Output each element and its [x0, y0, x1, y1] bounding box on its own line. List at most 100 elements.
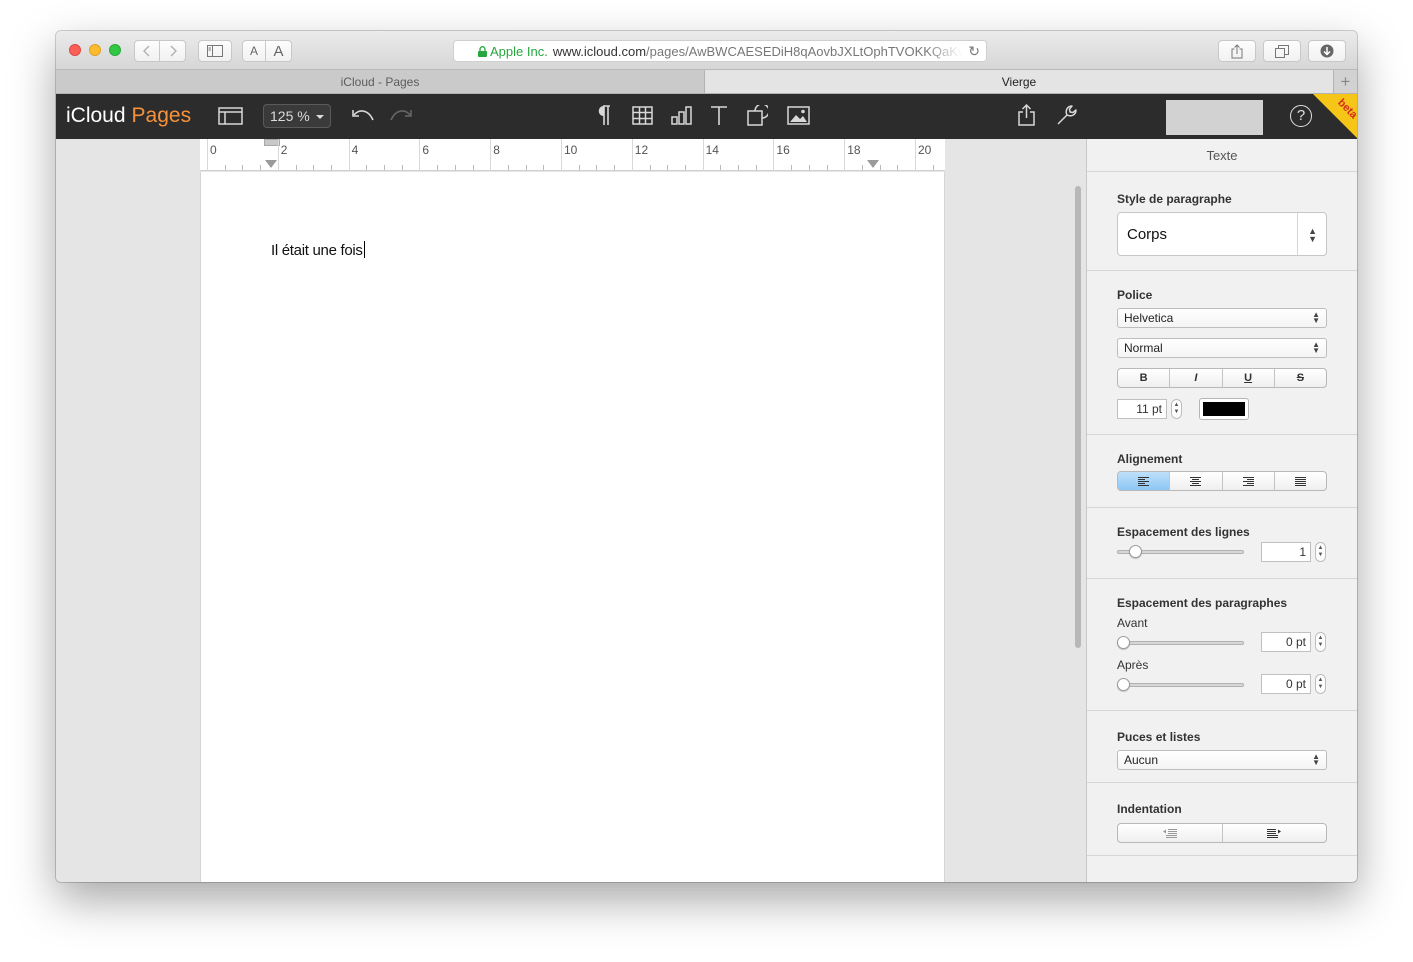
ruler-minor-tick	[543, 165, 545, 170]
text-style-buttons: B I U S	[1117, 368, 1327, 388]
ruler-minor-tick	[401, 165, 403, 170]
downloads-button[interactable]	[1308, 40, 1346, 62]
share-icon	[1231, 43, 1243, 58]
undo-icon[interactable]	[351, 108, 375, 124]
maximize-window-button[interactable]	[109, 44, 121, 56]
share-icon[interactable]	[1017, 103, 1036, 127]
line-spacing-label: Espacement des lignes	[1117, 525, 1250, 539]
document-body[interactable]: Il était une fois	[271, 241, 365, 259]
ruler-major-tick	[419, 139, 421, 171]
font-larger-button[interactable]: A	[266, 40, 292, 62]
alignment-section: Alignement	[1087, 435, 1357, 508]
align-justify-button[interactable]	[1275, 472, 1326, 490]
ruler-minor-tick	[720, 165, 722, 170]
ruler-minor-tick	[897, 165, 899, 170]
ruler-label: 16	[776, 143, 790, 157]
paragraph-style-select[interactable]: Corps ▲ ▼	[1117, 212, 1327, 256]
bold-button[interactable]: B	[1118, 369, 1171, 387]
document-page[interactable]: Il était une fois	[200, 172, 945, 882]
forward-button[interactable]	[160, 40, 186, 62]
ruler-label: 6	[422, 143, 430, 157]
ruler-minor-tick	[525, 165, 527, 170]
address-bar[interactable]: Apple Inc. www.icloud.com /pages/AwBWCAE…	[453, 40, 987, 62]
text-color-swatch	[1203, 402, 1245, 416]
before-label: Avant	[1117, 616, 1148, 630]
underline-button[interactable]: U	[1223, 369, 1275, 387]
new-tab-button[interactable]: +	[1333, 70, 1357, 93]
before-spacing-stepper[interactable]: ▲ ▼	[1315, 632, 1326, 652]
user-account-area[interactable]	[1166, 100, 1263, 135]
right-margin-marker[interactable]	[867, 160, 879, 168]
image-icon[interactable]	[787, 106, 810, 125]
logo-pages: Pages	[131, 104, 192, 127]
font-weight-value: Normal	[1124, 341, 1163, 355]
vertical-scrollbar[interactable]	[1075, 186, 1081, 648]
increase-indent-button[interactable]	[1223, 824, 1327, 842]
after-spacing-slider[interactable]	[1117, 683, 1244, 687]
before-spacing-slider-knob[interactable]	[1117, 636, 1130, 649]
align-left-button[interactable]	[1118, 472, 1171, 490]
paragraph-spacing-label: Espacement des paragraphes	[1117, 596, 1288, 610]
address-company: Apple Inc.	[490, 43, 548, 59]
ruler-minor-tick	[242, 165, 244, 170]
before-spacing-slider[interactable]	[1117, 641, 1244, 645]
wrench-icon[interactable]	[1056, 104, 1078, 126]
align-right-button[interactable]	[1223, 472, 1275, 490]
ruler-minor-tick	[472, 165, 474, 170]
ruler-minor-tick	[437, 165, 439, 170]
font-weight-select[interactable]: Normal ▲ ▼	[1117, 338, 1327, 358]
share-page-button[interactable]	[1218, 40, 1256, 62]
after-spacing-field[interactable]: 0 pt	[1261, 674, 1311, 694]
text-color-well[interactable]	[1199, 398, 1249, 420]
align-center-button[interactable]	[1170, 472, 1223, 490]
outdent-icon	[1162, 828, 1177, 838]
line-spacing-stepper[interactable]: ▲ ▼	[1315, 542, 1326, 562]
font-smaller-button[interactable]: A	[242, 40, 266, 62]
ruler-label: 12	[634, 143, 649, 157]
text-icon[interactable]	[710, 105, 728, 126]
sidebar-icon[interactable]	[218, 107, 243, 125]
font-family-value: Helvetica	[1124, 311, 1174, 325]
align-justify-icon	[1294, 476, 1306, 486]
ruler-major-tick	[277, 139, 279, 171]
shape-icon[interactable]	[747, 105, 768, 126]
tabs-overview-button[interactable]	[1263, 40, 1301, 62]
paragraph-icon[interactable]	[597, 105, 611, 126]
updown-arrows-icon: ▲ ▼	[1308, 226, 1317, 244]
ruler-label: 0	[210, 143, 217, 157]
minimize-window-button[interactable]	[89, 44, 101, 56]
sidebar-icon	[207, 45, 223, 57]
help-button[interactable]: ?	[1290, 105, 1312, 127]
ruler-major-tick	[631, 139, 633, 171]
left-margin-marker[interactable]	[265, 160, 277, 168]
ruler-major-tick	[207, 139, 208, 171]
chart-icon[interactable]	[671, 106, 692, 125]
after-label: Après	[1117, 658, 1149, 672]
chevron-left-icon	[143, 45, 150, 57]
decrease-indent-button[interactable]	[1118, 824, 1223, 842]
after-spacing-stepper[interactable]: ▲ ▼	[1315, 674, 1326, 694]
document-text[interactable]: Il était une fois	[271, 242, 363, 259]
line-spacing-slider-knob[interactable]	[1129, 545, 1142, 558]
line-spacing-field[interactable]: 1	[1261, 542, 1311, 562]
bullets-select[interactable]: Aucun ▲ ▼	[1117, 750, 1327, 770]
reload-icon[interactable]: ↻	[968, 43, 980, 60]
tab-vierge[interactable]: Vierge	[705, 70, 1333, 93]
ruler[interactable]: 0 2 4 6 8 10 12 14 16 18 20	[200, 139, 945, 171]
tab-icloud-pages[interactable]: iCloud - Pages	[56, 70, 705, 93]
italic-button[interactable]: I	[1170, 369, 1223, 387]
close-window-button[interactable]	[69, 44, 81, 56]
back-button[interactable]	[134, 40, 160, 62]
font-size-stepper[interactable]: ▲ ▼	[1171, 399, 1182, 419]
strikethrough-button[interactable]: S	[1275, 369, 1326, 387]
before-spacing-field[interactable]: 0 pt	[1261, 632, 1311, 652]
after-spacing-slider-knob[interactable]	[1117, 678, 1130, 691]
zoom-select[interactable]: 125 %	[263, 104, 331, 128]
ruler-minor-tick	[738, 165, 739, 170]
font-family-select[interactable]: Helvetica ▲ ▼	[1117, 308, 1327, 328]
sidebar-toggle-button[interactable]	[198, 40, 232, 62]
ruler-minor-tick	[791, 165, 793, 170]
redo-icon[interactable]	[389, 108, 413, 124]
table-icon[interactable]	[632, 106, 653, 125]
font-size-field[interactable]: 11 pt	[1117, 399, 1167, 419]
